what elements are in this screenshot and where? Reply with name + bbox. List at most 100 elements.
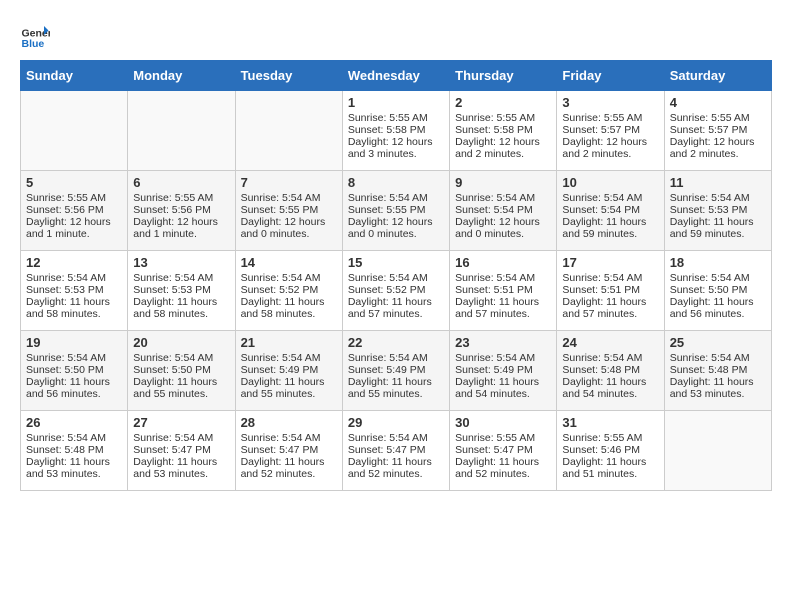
day-info: and 54 minutes.: [562, 388, 658, 400]
calendar-cell: [235, 91, 342, 171]
day-info: Sunset: 5:46 PM: [562, 444, 658, 456]
calendar-cell: 15Sunrise: 5:54 AMSunset: 5:52 PMDayligh…: [342, 251, 449, 331]
day-info: Daylight: 11 hours: [241, 456, 337, 468]
day-info: and 54 minutes.: [455, 388, 551, 400]
day-number: 3: [562, 95, 658, 110]
day-number: 26: [26, 415, 122, 430]
day-number: 18: [670, 255, 766, 270]
day-number: 9: [455, 175, 551, 190]
day-info: Sunset: 5:53 PM: [26, 284, 122, 296]
day-info: Sunrise: 5:54 AM: [26, 432, 122, 444]
day-info: Daylight: 11 hours: [133, 296, 229, 308]
calendar-cell: 27Sunrise: 5:54 AMSunset: 5:47 PMDayligh…: [128, 411, 235, 491]
day-info: Sunrise: 5:55 AM: [562, 112, 658, 124]
day-info: Sunset: 5:50 PM: [670, 284, 766, 296]
day-info: Sunrise: 5:54 AM: [348, 432, 444, 444]
day-info: Daylight: 11 hours: [348, 456, 444, 468]
day-number: 8: [348, 175, 444, 190]
day-info: Sunrise: 5:54 AM: [241, 272, 337, 284]
day-info: Daylight: 11 hours: [133, 456, 229, 468]
day-info: Sunset: 5:47 PM: [241, 444, 337, 456]
day-info: Sunrise: 5:54 AM: [562, 352, 658, 364]
day-number: 29: [348, 415, 444, 430]
day-info: Sunset: 5:57 PM: [562, 124, 658, 136]
calendar-cell: 19Sunrise: 5:54 AMSunset: 5:50 PMDayligh…: [21, 331, 128, 411]
day-info: Daylight: 11 hours: [26, 456, 122, 468]
day-info: Daylight: 11 hours: [455, 296, 551, 308]
day-info: and 57 minutes.: [562, 308, 658, 320]
day-info: Sunset: 5:50 PM: [26, 364, 122, 376]
day-info: and 2 minutes.: [562, 148, 658, 160]
day-info: Sunset: 5:56 PM: [26, 204, 122, 216]
day-info: Sunset: 5:55 PM: [241, 204, 337, 216]
day-number: 16: [455, 255, 551, 270]
day-info: Sunset: 5:48 PM: [562, 364, 658, 376]
day-info: Sunrise: 5:54 AM: [241, 192, 337, 204]
day-info: Daylight: 12 hours: [562, 136, 658, 148]
day-info: Sunset: 5:50 PM: [133, 364, 229, 376]
day-info: and 58 minutes.: [133, 308, 229, 320]
day-info: Sunset: 5:52 PM: [348, 284, 444, 296]
day-number: 24: [562, 335, 658, 350]
day-info: Sunrise: 5:54 AM: [133, 272, 229, 284]
day-number: 1: [348, 95, 444, 110]
day-info: and 53 minutes.: [670, 388, 766, 400]
day-info: Sunset: 5:53 PM: [133, 284, 229, 296]
col-header-monday: Monday: [128, 61, 235, 91]
day-info: Sunset: 5:47 PM: [455, 444, 551, 456]
calendar-cell: 17Sunrise: 5:54 AMSunset: 5:51 PMDayligh…: [557, 251, 664, 331]
day-info: Daylight: 11 hours: [455, 456, 551, 468]
day-number: 25: [670, 335, 766, 350]
day-info: Sunrise: 5:54 AM: [670, 192, 766, 204]
day-info: and 52 minutes.: [348, 468, 444, 480]
day-info: Sunrise: 5:55 AM: [348, 112, 444, 124]
day-info: and 2 minutes.: [670, 148, 766, 160]
calendar-week-2: 5Sunrise: 5:55 AMSunset: 5:56 PMDaylight…: [21, 171, 772, 251]
day-info: Daylight: 11 hours: [455, 376, 551, 388]
logo: General Blue: [20, 20, 50, 50]
day-info: Sunrise: 5:54 AM: [348, 272, 444, 284]
day-info: and 0 minutes.: [455, 228, 551, 240]
day-info: Daylight: 11 hours: [670, 296, 766, 308]
day-info: Sunrise: 5:54 AM: [26, 352, 122, 364]
day-number: 14: [241, 255, 337, 270]
day-info: Daylight: 11 hours: [241, 376, 337, 388]
day-info: Sunset: 5:49 PM: [455, 364, 551, 376]
day-info: Daylight: 12 hours: [670, 136, 766, 148]
day-info: Sunset: 5:48 PM: [670, 364, 766, 376]
day-info: Sunset: 5:54 PM: [455, 204, 551, 216]
calendar-cell: 18Sunrise: 5:54 AMSunset: 5:50 PMDayligh…: [664, 251, 771, 331]
day-info: Sunset: 5:47 PM: [348, 444, 444, 456]
calendar-cell: 20Sunrise: 5:54 AMSunset: 5:50 PMDayligh…: [128, 331, 235, 411]
day-info: Sunset: 5:51 PM: [455, 284, 551, 296]
day-info: Sunrise: 5:54 AM: [133, 352, 229, 364]
day-info: Daylight: 12 hours: [133, 216, 229, 228]
day-info: Daylight: 12 hours: [241, 216, 337, 228]
day-info: Sunrise: 5:54 AM: [455, 192, 551, 204]
day-info: Sunrise: 5:54 AM: [455, 352, 551, 364]
day-info: Daylight: 12 hours: [26, 216, 122, 228]
calendar-cell: 14Sunrise: 5:54 AMSunset: 5:52 PMDayligh…: [235, 251, 342, 331]
day-info: and 55 minutes.: [241, 388, 337, 400]
day-info: Daylight: 11 hours: [26, 376, 122, 388]
calendar-cell: 23Sunrise: 5:54 AMSunset: 5:49 PMDayligh…: [450, 331, 557, 411]
day-number: 20: [133, 335, 229, 350]
day-number: 22: [348, 335, 444, 350]
calendar-cell: 26Sunrise: 5:54 AMSunset: 5:48 PMDayligh…: [21, 411, 128, 491]
day-info: and 53 minutes.: [26, 468, 122, 480]
day-info: and 56 minutes.: [26, 388, 122, 400]
calendar-cell: 12Sunrise: 5:54 AMSunset: 5:53 PMDayligh…: [21, 251, 128, 331]
day-info: and 58 minutes.: [241, 308, 337, 320]
day-info: Sunset: 5:58 PM: [455, 124, 551, 136]
day-info: and 52 minutes.: [455, 468, 551, 480]
day-info: Sunset: 5:53 PM: [670, 204, 766, 216]
day-number: 7: [241, 175, 337, 190]
day-info: Daylight: 11 hours: [670, 376, 766, 388]
day-info: Sunset: 5:49 PM: [241, 364, 337, 376]
day-number: 21: [241, 335, 337, 350]
calendar-cell: 31Sunrise: 5:55 AMSunset: 5:46 PMDayligh…: [557, 411, 664, 491]
col-header-tuesday: Tuesday: [235, 61, 342, 91]
day-info: and 58 minutes.: [26, 308, 122, 320]
day-info: Daylight: 12 hours: [455, 136, 551, 148]
day-info: and 2 minutes.: [455, 148, 551, 160]
